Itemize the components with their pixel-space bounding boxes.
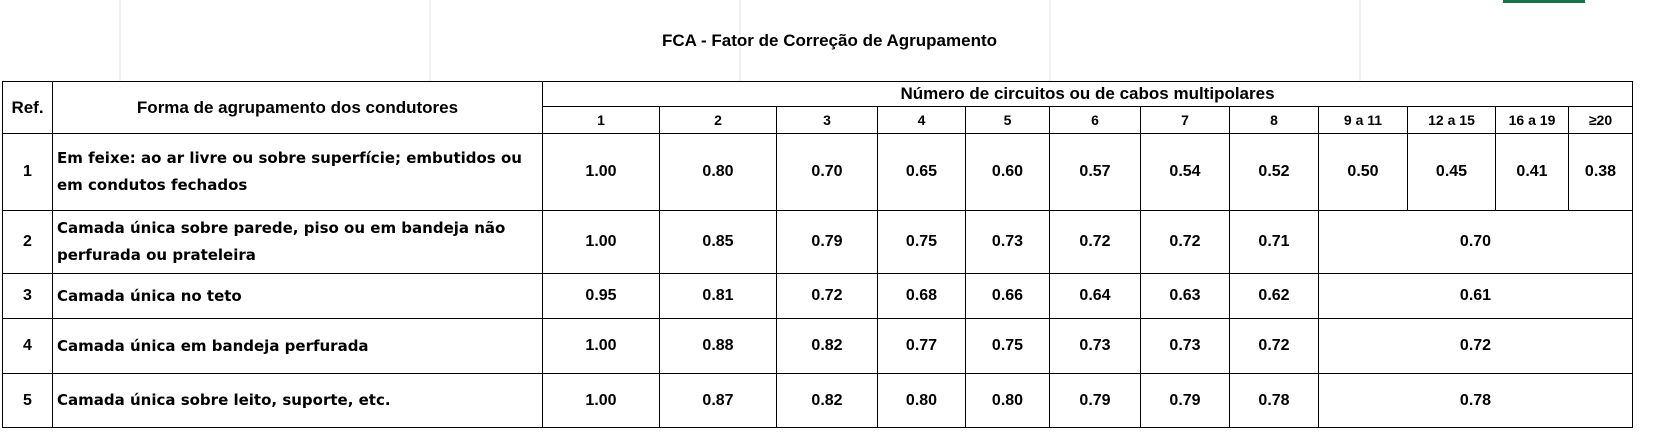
value-cell: 0.78 — [1229, 373, 1319, 428]
column-header: 2 — [659, 106, 777, 134]
value-cell: 0.72 — [1229, 318, 1319, 374]
value-cell: 0.95 — [542, 273, 660, 319]
value-cell: 0.77 — [877, 318, 966, 374]
value-cell: 0.82 — [776, 318, 878, 374]
description-cell: Camada única no teto — [52, 273, 543, 319]
value-cell: 0.72 — [776, 273, 878, 319]
value-cell: 0.62 — [1229, 273, 1319, 319]
value-cell: 0.68 — [877, 273, 966, 319]
table-row: 4 Camada única em bandeja perfurada 1.00 0.… — [2, 318, 1633, 374]
value-cell: 1.00 — [542, 318, 660, 374]
column-header: 3 — [776, 106, 878, 134]
value-cell: 0.60 — [965, 133, 1050, 211]
ref-cell: 5 — [2, 373, 53, 428]
ref-cell: 3 — [2, 273, 53, 319]
column-header: 9 a 11 — [1318, 106, 1408, 134]
value-cell: 0.79 — [1140, 373, 1230, 428]
value-cell: 0.80 — [877, 373, 966, 428]
column-header: 1 — [542, 106, 660, 134]
fca-table: Ref. Forma de agrupamento dos condutores… — [2, 81, 1633, 428]
table-title: FCA - Fator de Correção de Agrupamento — [662, 30, 997, 50]
value-cell: 0.63 — [1140, 273, 1230, 319]
value-cell: 0.80 — [965, 373, 1050, 428]
value-cell: 0.85 — [659, 210, 777, 274]
column-header: 7 — [1140, 106, 1230, 134]
value-cell: 0.38 — [1568, 133, 1633, 211]
value-cell: 0.87 — [659, 373, 777, 428]
value-cell: 0.75 — [965, 318, 1050, 374]
table-row: 2 Camada única sobre parede, piso ou em b… — [2, 210, 1633, 274]
numero-header: Número de circuitos ou de cabos multipol… — [542, 81, 1633, 107]
description-cell: Camada única sobre leito, suporte, etc. — [52, 373, 543, 428]
value-cell: 0.66 — [965, 273, 1050, 319]
merged-value-cell: 0.70 — [1318, 210, 1633, 274]
column-header: ≥20 — [1568, 106, 1633, 134]
value-cell: 0.71 — [1229, 210, 1319, 274]
description-cell: Camada única sobre parede, piso ou em ba… — [52, 210, 543, 274]
value-cell: 0.54 — [1140, 133, 1230, 211]
value-cell: 0.57 — [1049, 133, 1141, 211]
value-cell: 0.72 — [1049, 210, 1141, 274]
value-cell: 0.73 — [1140, 318, 1230, 374]
value-cell: 0.70 — [776, 133, 878, 211]
ref-header: Ref. — [2, 81, 53, 134]
value-cell: 0.82 — [776, 373, 878, 428]
merged-value-cell: 0.78 — [1318, 373, 1633, 428]
merged-value-cell: 0.72 — [1318, 318, 1633, 374]
value-cell: 0.75 — [877, 210, 966, 274]
ref-cell: 2 — [2, 210, 53, 274]
description-cell: Em feixe: ao ar livre ou sobre superfíci… — [52, 133, 543, 211]
column-header: 12 a 15 — [1407, 106, 1496, 134]
value-cell: 0.79 — [1049, 373, 1141, 428]
value-cell: 0.41 — [1495, 133, 1569, 211]
column-header: 4 — [877, 106, 966, 134]
value-cell: 1.00 — [542, 210, 660, 274]
value-cell: 0.81 — [659, 273, 777, 319]
column-header: 6 — [1049, 106, 1141, 134]
table-row: 1 Em feixe: ao ar livre ou sobre superfíc… — [2, 133, 1633, 211]
value-cell: 0.64 — [1049, 273, 1141, 319]
ref-cell: 4 — [2, 318, 53, 374]
value-cell: 0.52 — [1229, 133, 1319, 211]
value-cell: 0.79 — [776, 210, 878, 274]
value-cell: 1.00 — [542, 373, 660, 428]
table-row: 5 Camada única sobre leito, suporte, etc.… — [2, 373, 1633, 428]
table-row: 3 Camada única no teto 0.95 0.81 0.72 0.68 0.6… — [2, 273, 1633, 319]
value-cell: 0.80 — [659, 133, 777, 211]
value-cell: 1.00 — [542, 133, 660, 211]
value-cell: 0.72 — [1140, 210, 1230, 274]
column-header: 16 a 19 — [1495, 106, 1569, 134]
forma-header: Forma de agrupamento dos condutores — [52, 81, 543, 134]
value-cell: 0.65 — [877, 133, 966, 211]
value-cell: 0.73 — [1049, 318, 1141, 374]
merged-value-cell: 0.61 — [1318, 273, 1633, 319]
ref-cell: 1 — [2, 133, 53, 211]
column-header: 5 — [965, 106, 1050, 134]
value-cell: 0.88 — [659, 318, 777, 374]
value-cell: 0.50 — [1318, 133, 1408, 211]
column-header: 8 — [1229, 106, 1319, 134]
value-cell: 0.45 — [1407, 133, 1496, 211]
description-cell: Camada única em bandeja perfurada — [52, 318, 543, 374]
value-cell: 0.73 — [965, 210, 1050, 274]
